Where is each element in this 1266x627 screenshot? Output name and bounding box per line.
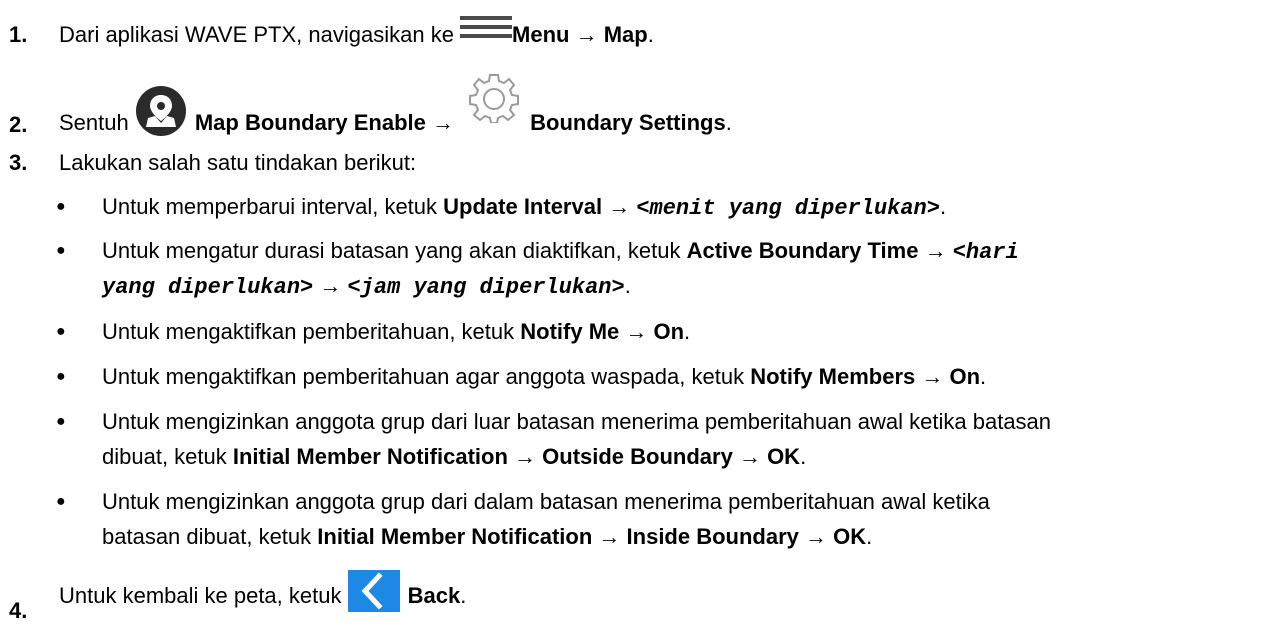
bullet-text: Untuk mengatur durasi batasan yang akan … — [102, 238, 1019, 265]
bullet-text: Untuk memperbarui interval, ketuk Update… — [102, 194, 947, 221]
bullet-text: Untuk mengaktifkan pemberitahuan agar an… — [102, 364, 987, 389]
bullet-dot: ● — [56, 323, 66, 340]
step-number: 2. — [9, 112, 28, 137]
map-pin-icon — [135, 85, 187, 137]
step-number: 4. — [9, 598, 28, 623]
bullet-text-line2: yang diperlukan> → <jam yang diperlukan>… — [102, 273, 631, 300]
step-number: 3. — [9, 150, 28, 175]
bullet-text-line2: dibuat, ketuk Initial Member Notificatio… — [102, 444, 807, 469]
step-text: Untuk kembali ke peta, ketuk Back. — [59, 570, 466, 618]
bullet-dot: ● — [56, 242, 66, 259]
bullet-dot: ● — [56, 368, 66, 385]
step-number: 1. — [9, 22, 28, 47]
step-text: Lakukan salah satu tindakan berikut: — [59, 150, 417, 175]
step-text: Dari aplikasi WAVE PTX, navigasikan ke M… — [59, 16, 654, 48]
gear-icon — [468, 71, 520, 124]
bullet-text: Untuk mengizinkan anggota grup dari dala… — [102, 489, 990, 514]
bullet-text-line2: batasan dibuat, ketuk Initial Member Not… — [102, 524, 873, 549]
bullet-dot: ● — [56, 413, 66, 430]
menu-label: Menu — [512, 22, 570, 47]
map-boundary-enable-label: Map Boundary Enable — [194, 109, 426, 135]
bullet-dot: ● — [56, 493, 66, 510]
hamburger-menu-icon — [460, 16, 513, 42]
bullet-dot: ● — [56, 198, 66, 215]
back-chevron-icon — [347, 570, 400, 612]
step-text: Sentuh Map Boundary Enable → Boundary Se… — [59, 74, 732, 137]
boundary-settings-label: Boundary Settings — [530, 109, 726, 135]
bullet-text: Untuk mengaktifkan pemberitahuan, ketuk … — [102, 319, 691, 344]
back-label: Back — [407, 582, 461, 608]
bullet-text: Untuk mengizinkan anggota grup dari luar… — [102, 409, 1052, 434]
map-label: Map — [603, 22, 648, 47]
